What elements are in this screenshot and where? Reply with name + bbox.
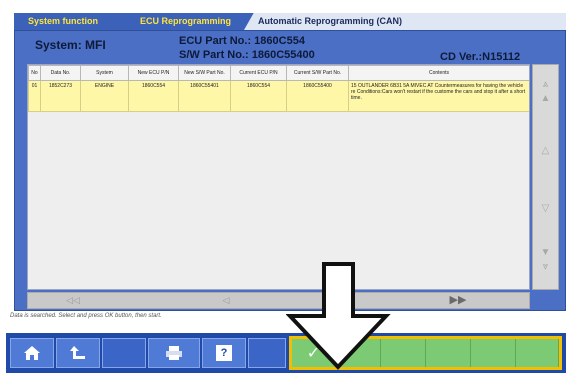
- column-header: Current S/W Part No.: [286, 65, 349, 81]
- scroll-page-up-icon[interactable]: ▲: [536, 91, 555, 107]
- column-header: Contents: [348, 65, 529, 81]
- column-header: New S/W Part No.: [178, 65, 231, 81]
- cell-current-ecu: 1860C554: [230, 80, 287, 112]
- app-window: System function ECU Reprogramming Automa…: [0, 0, 572, 373]
- cell-system: ENGINE: [80, 80, 129, 112]
- tab-system-function[interactable]: System function: [14, 13, 140, 30]
- back-arrow-icon: [70, 346, 85, 359]
- table-scrollbar[interactable]: ⩓ ▲ △ ▽ ▼ ⩔: [532, 64, 559, 290]
- toolbar-slot: [426, 339, 471, 367]
- scroll-bottom-icon[interactable]: ⩔: [536, 259, 555, 275]
- blank-button: [248, 338, 286, 368]
- cell-new-ecu: 1860C554: [128, 80, 179, 112]
- help-icon: ?: [216, 345, 232, 361]
- tab-automatic-reprogramming[interactable]: Automatic Reprogramming (CAN): [244, 13, 566, 30]
- cell-new-sw: 1860C55401: [178, 80, 231, 112]
- next-page-button[interactable]: ▶▶: [438, 293, 478, 308]
- print-icon: [166, 346, 182, 360]
- prev-page-button[interactable]: ◁: [206, 293, 246, 308]
- scroll-down-icon[interactable]: ▽: [536, 201, 555, 217]
- tab-strip: System function ECU Reprogramming Automa…: [14, 13, 566, 30]
- column-header: New ECU P/N: [128, 65, 179, 81]
- cell-data-no: 1852C273: [40, 80, 81, 112]
- down-arrow-pointer-icon: [286, 262, 391, 370]
- home-button[interactable]: [10, 338, 54, 368]
- column-header: System: [80, 65, 129, 81]
- sw-part-label: S/W Part No.: 1860C55400: [179, 49, 315, 61]
- first-page-button[interactable]: ◁◁: [48, 293, 98, 308]
- cd-version-label: CD Ver.:N15112: [440, 51, 521, 63]
- help-button[interactable]: ?: [202, 338, 246, 368]
- table-header-row: No Data No. System New ECU P/N New S/W P…: [28, 65, 529, 81]
- home-icon: [24, 346, 40, 360]
- paging-bar: ◁◁ ◁ ▶▶: [27, 292, 530, 309]
- column-header: No: [28, 65, 41, 81]
- column-header: Data No.: [40, 65, 81, 81]
- ecu-part-label: ECU Part No.: 1860C554: [179, 35, 305, 47]
- print-button[interactable]: [148, 338, 200, 368]
- cell-current-sw: 1860C55400: [286, 80, 349, 112]
- scroll-up-icon[interactable]: △: [536, 143, 555, 159]
- system-label: System: MFI: [35, 38, 106, 52]
- table-row[interactable]: 01 1852C273 ENGINE 1860C554 1860C55401 1…: [28, 80, 529, 112]
- toolbar-slot: [471, 339, 516, 367]
- cell-contents: 15 OUTLANDER 6B31 5A MIVEC AT Countermea…: [348, 80, 529, 112]
- reprogram-table: No Data No. System New ECU P/N New S/W P…: [27, 64, 530, 290]
- back-button[interactable]: [56, 338, 100, 368]
- blank-button: [102, 338, 146, 368]
- cell-no: 01: [28, 80, 41, 112]
- toolbar-slot: [516, 339, 559, 367]
- tab-ecu-reprogramming[interactable]: ECU Reprogramming: [126, 13, 258, 30]
- status-message: Data is searched. Select and press OK bu…: [10, 313, 162, 319]
- column-header: Current ECU P/N: [230, 65, 287, 81]
